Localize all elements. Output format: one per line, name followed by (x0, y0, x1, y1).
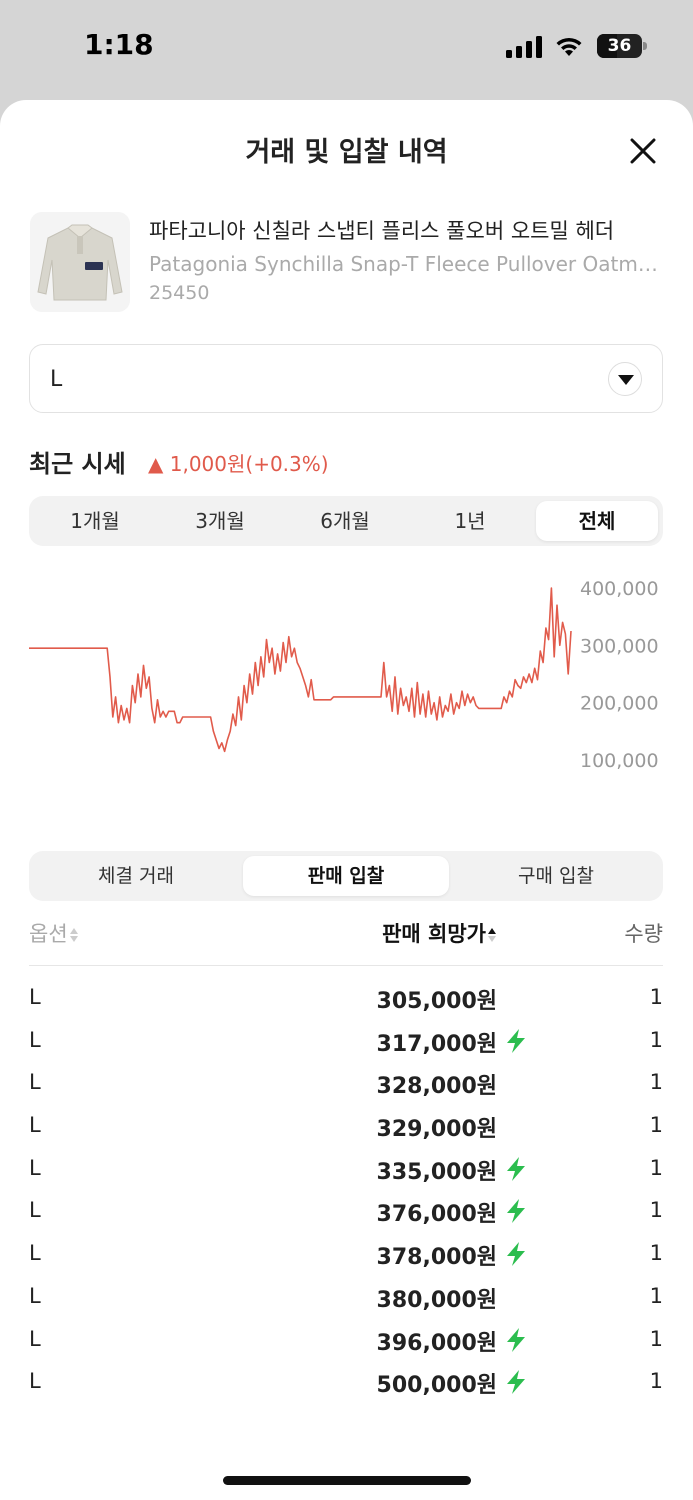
signal-icon (506, 36, 542, 58)
close-icon[interactable] (626, 134, 660, 168)
row-option: L (29, 1113, 41, 1138)
product-code: 25450 (149, 282, 210, 304)
column-qty-header: 수량 (624, 922, 663, 946)
row-price: 396,000원 (376, 1330, 497, 1356)
row-price: 328,000원 (376, 1074, 497, 1100)
tab-1-month[interactable]: 1개월 (34, 501, 156, 541)
table-row: L 380,000원 1 (29, 1276, 663, 1319)
lightning-icon (507, 1199, 525, 1224)
row-qty: 1 (649, 1198, 663, 1223)
row-option: L (29, 1070, 41, 1095)
table-row: L 335,000원 1 (29, 1148, 663, 1191)
tab-buy-bids[interactable]: 구매 입찰 (453, 856, 659, 896)
recent-price-label: 최근 시세 (29, 450, 126, 478)
bid-list: L 305,000원 1 L 317,000원 1 L 328,000원 1 L 329,000원 1… (29, 977, 663, 1404)
row-price: 500,000원 (376, 1373, 497, 1399)
recent-price-change: ▲ 1,000원(+0.3%) (148, 452, 329, 476)
sheet-title: 거래 및 입찰 내역 (245, 137, 448, 168)
column-option-label: 옵션 (29, 922, 68, 946)
row-price: 376,000원 (376, 1202, 497, 1228)
tab-all[interactable]: 전체 (536, 501, 658, 541)
home-indicator (223, 1476, 471, 1485)
product-image (30, 212, 130, 312)
row-qty: 1 (649, 1070, 663, 1095)
row-qty: 1 (649, 1326, 663, 1351)
row-price: 329,000원 (376, 1117, 497, 1143)
row-price: 317,000원 (376, 1031, 497, 1057)
y-tick-label: 200,000 (580, 693, 659, 715)
row-price: 380,000원 (376, 1287, 497, 1313)
lightning-icon (507, 1028, 525, 1053)
table-row: L 500,000원 1 (29, 1361, 663, 1404)
row-price: 305,000원 (376, 989, 497, 1014)
table-row: L 396,000원 1 (29, 1319, 663, 1362)
column-price-label: 판매 희망가 (382, 922, 486, 946)
row-price: 378,000원 (376, 1245, 497, 1271)
trade-tabs: 체결 거래 판매 입찰 구매 입찰 (29, 851, 663, 901)
history-sheet: 거래 및 입찰 내역 파타고니아 신칠라 스냅티 플리스 풀오버 오트밀 헤더 … (0, 100, 693, 1500)
tab-completed-trades[interactable]: 체결 거래 (33, 856, 239, 896)
table-row: L 329,000원 1 (29, 1105, 663, 1148)
row-option: L (29, 1198, 41, 1223)
lightning-icon (507, 1327, 525, 1352)
period-tabs: 1개월 3개월 6개월 1년 전체 (29, 496, 663, 546)
size-select[interactable]: L (29, 344, 663, 413)
size-select-value: L (50, 367, 63, 392)
row-option: L (29, 1027, 41, 1052)
row-qty: 1 (649, 985, 663, 1009)
table-header: 옵션 판매 희망가 수량 (29, 916, 663, 966)
price-chart: 400,000 300,000 200,000 100,000 (29, 578, 659, 772)
product-name-en: Patagonia Synchilla Snap-T Fleece Pullov… (149, 252, 659, 276)
y-tick-label: 400,000 (580, 578, 659, 600)
price-line (29, 587, 572, 753)
row-option: L (29, 1283, 41, 1308)
table-row: L 378,000원 1 (29, 1233, 663, 1276)
column-option-header[interactable]: 옵션 (29, 918, 79, 948)
tab-6-months[interactable]: 6개월 (284, 501, 406, 541)
battery-level: 36 (607, 36, 632, 56)
table-row: L 376,000원 1 (29, 1190, 663, 1233)
column-price-header[interactable]: 판매 희망가 (382, 918, 497, 948)
row-option: L (29, 985, 41, 1009)
y-tick-label: 100,000 (580, 750, 659, 772)
row-qty: 1 (649, 1369, 663, 1394)
row-qty: 1 (649, 1241, 663, 1266)
row-price: 335,000원 (376, 1159, 497, 1185)
row-option: L (29, 1326, 41, 1351)
lightning-icon (507, 1156, 525, 1181)
table-row: L 328,000원 1 (29, 1062, 663, 1105)
chevron-down-icon (608, 362, 642, 396)
row-qty: 1 (649, 1283, 663, 1308)
table-row: L 305,000원 1 (29, 977, 663, 1020)
tab-sell-bids[interactable]: 판매 입찰 (243, 856, 449, 896)
status-bar: 1:18 36 (0, 0, 693, 95)
lightning-icon (507, 1242, 525, 1267)
row-option: L (29, 1241, 41, 1266)
row-qty: 1 (649, 1155, 663, 1180)
wifi-icon (556, 37, 582, 56)
row-qty: 1 (649, 1113, 663, 1138)
row-option: L (29, 1369, 41, 1394)
sort-icon (69, 927, 79, 943)
row-option: L (29, 1155, 41, 1180)
product-name-ko: 파타고니아 신칠라 스냅티 플리스 풀오버 오트밀 헤더 (149, 219, 615, 243)
battery-icon: 36 (597, 34, 649, 58)
row-qty: 1 (649, 1027, 663, 1052)
lightning-icon (507, 1370, 525, 1395)
tab-3-months[interactable]: 3개월 (159, 501, 281, 541)
table-row: L 317,000원 1 (29, 1020, 663, 1063)
status-time: 1:18 (84, 28, 154, 61)
sort-icon (488, 927, 497, 943)
y-tick-label: 300,000 (580, 635, 659, 657)
tab-1-year[interactable]: 1년 (409, 501, 531, 541)
